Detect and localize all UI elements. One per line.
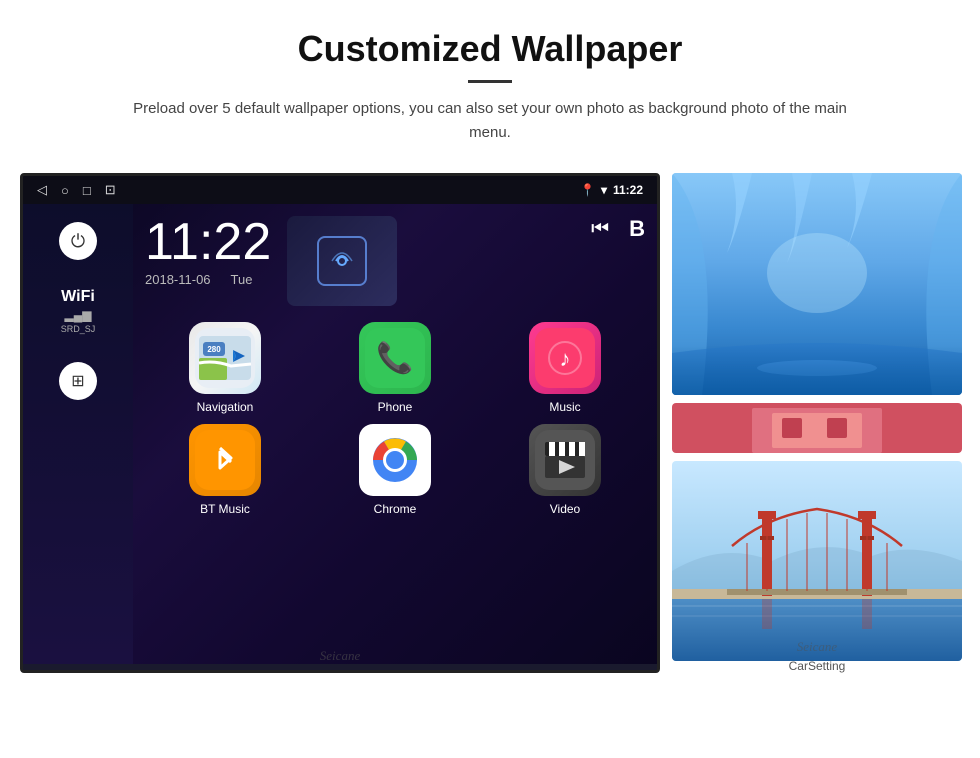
signal-wave-icon (328, 247, 356, 275)
clock-widget: 11:22 2018-11-06 Tue (145, 216, 645, 306)
device-sidebar: ⏻ WiFi ▂▄▆ SRD_SJ ⊞ (23, 204, 133, 664)
recent-icon[interactable]: □ (83, 183, 91, 198)
watermark: Seicane (320, 648, 360, 664)
device-body: ⏻ WiFi ▂▄▆ SRD_SJ ⊞ 11:22 (23, 204, 657, 664)
app-item-music[interactable]: ♪ Music (485, 322, 645, 414)
subtitle: Preload over 5 default wallpaper options… (120, 97, 860, 145)
svg-text:280: 280 (207, 345, 221, 354)
app-item-chrome[interactable]: Chrome (315, 424, 475, 516)
wifi-bars: ▂▄▆ (61, 308, 96, 322)
clock-time: 11:22 (145, 216, 271, 268)
clock-day-value: Tue (231, 272, 253, 287)
app-icon-music: ♪ (529, 322, 601, 394)
clock-time-area: 11:22 2018-11-06 Tue (145, 216, 271, 287)
status-time: 11:22 (613, 183, 643, 197)
home-icon[interactable]: ○ (61, 183, 69, 198)
clock-date: 2018-11-06 Tue (145, 272, 271, 287)
content-area: ◁ ○ □ ⊡ 📍 ▾ 11:22 ⏻ WiFi (0, 173, 980, 673)
wifi-info: WiFi ▂▄▆ SRD_SJ (61, 288, 96, 334)
clock-date-value: 2018-11-06 (145, 272, 211, 287)
app-item-navigation[interactable]: 280 Navigation (145, 322, 305, 414)
wifi-ssid: SRD_SJ (61, 324, 96, 334)
bridge-svg: Seicane (672, 461, 962, 661)
music-widget-icon (317, 236, 367, 286)
app-icon-phone: 📞 (359, 322, 431, 394)
status-bar: ◁ ○ □ ⊡ 📍 ▾ 11:22 (23, 176, 657, 204)
app-label-video: Video (550, 502, 580, 516)
carsetting-label-area: CarSetting (672, 659, 962, 673)
title-divider (468, 80, 512, 83)
letter-b-label: B (629, 216, 645, 242)
header-section: Customized Wallpaper Preload over 5 defa… (0, 0, 980, 163)
svg-text:♪: ♪ (560, 346, 571, 371)
app-grid: 280 Navigation (145, 322, 645, 516)
status-bar-right: 📍 ▾ 11:22 (580, 183, 643, 197)
svg-text:Seicane: Seicane (797, 639, 838, 654)
wifi-label: WiFi (61, 288, 96, 306)
app-icon-btmusic (189, 424, 261, 496)
carsetting-label: CarSetting (789, 659, 846, 673)
wallpaper-preview-shelf (672, 403, 962, 453)
app-label-navigation: Navigation (197, 400, 254, 414)
wallpaper-preview-ice (672, 173, 962, 395)
app-item-phone[interactable]: 📞 Phone (315, 322, 475, 414)
screenshot-icon[interactable]: ⊡ (105, 182, 116, 198)
app-icon-video (529, 424, 601, 496)
main-screen: 11:22 2018-11-06 Tue (133, 204, 657, 664)
wallpaper-previews: Seicane CarSetting (672, 173, 962, 673)
prev-track-icon[interactable]: ⏮ (591, 218, 609, 241)
app-label-phone: Phone (378, 400, 413, 414)
app-label-music: Music (549, 400, 580, 414)
wallpaper-preview-bridge: Seicane (672, 461, 962, 661)
location-icon: 📍 (580, 183, 595, 197)
shelf-svg (672, 403, 962, 453)
ice-cave-svg (672, 173, 962, 395)
page-title: Customized Wallpaper (80, 28, 900, 70)
signal-icon: ▾ (601, 183, 607, 197)
media-controls: ⏮ B (591, 216, 645, 242)
app-label-chrome: Chrome (374, 502, 417, 516)
page-container: Customized Wallpaper Preload over 5 defa… (0, 0, 980, 758)
app-item-btmusic[interactable]: BT Music (145, 424, 305, 516)
app-label-btmusic: BT Music (200, 502, 250, 516)
app-item-video[interactable]: Video (485, 424, 645, 516)
back-icon[interactable]: ◁ (37, 182, 47, 198)
app-icon-chrome (359, 424, 431, 496)
apps-grid-button[interactable]: ⊞ (59, 362, 97, 400)
power-button[interactable]: ⏻ (59, 222, 97, 260)
status-bar-left: ◁ ○ □ ⊡ (37, 182, 116, 198)
music-widget (287, 216, 397, 306)
app-icon-navigation: 280 (189, 322, 261, 394)
svg-text:📞: 📞 (376, 338, 414, 375)
device-screen: ◁ ○ □ ⊡ 📍 ▾ 11:22 ⏻ WiFi (20, 173, 660, 673)
